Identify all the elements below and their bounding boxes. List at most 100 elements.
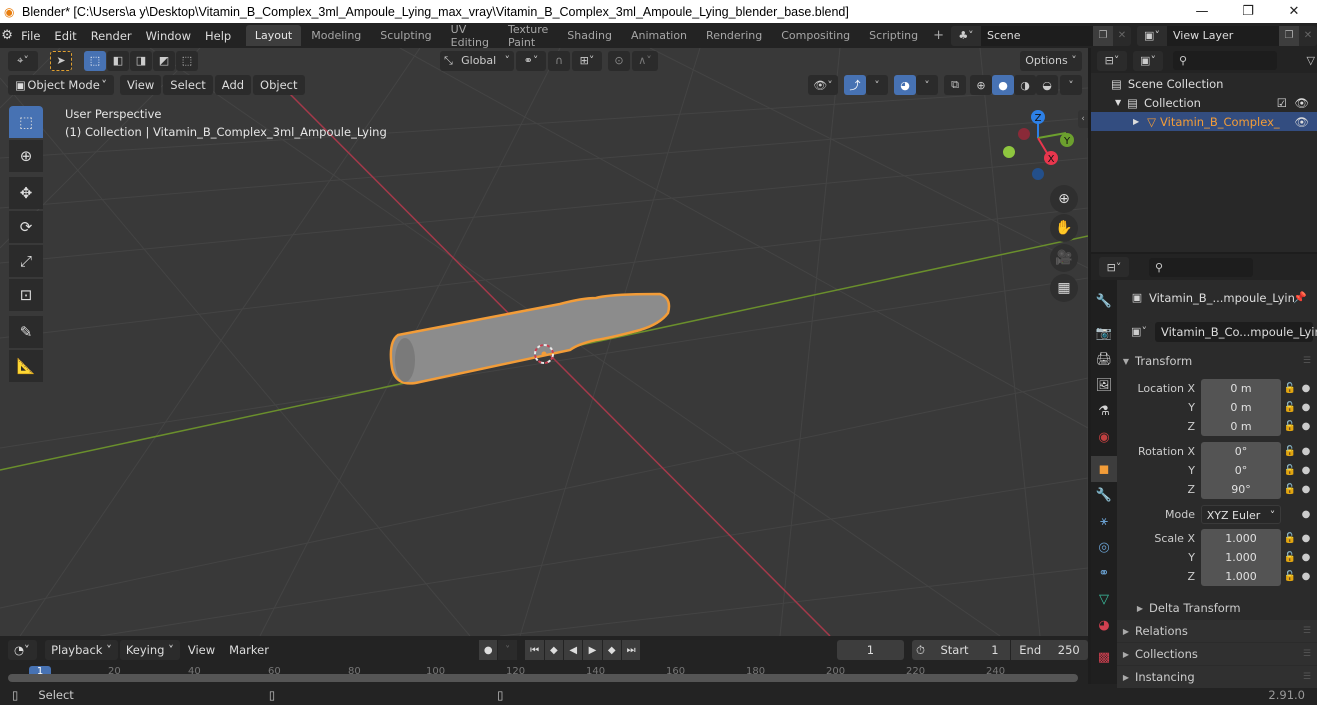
lock-icon[interactable]: 🔓 xyxy=(1281,552,1299,563)
jump-end-icon[interactable]: ⏭ xyxy=(621,640,641,660)
gizmo-neg-y[interactable] xyxy=(1003,146,1015,158)
tab-modeling[interactable]: Modeling xyxy=(302,25,370,46)
gizmo-neg-z[interactable] xyxy=(1032,168,1044,180)
drag-grip-icon[interactable]: ☰ xyxy=(1303,649,1311,659)
scene-icon[interactable]: ♣˅ xyxy=(951,25,981,46)
add-workspace-button[interactable]: + xyxy=(928,28,949,43)
timeline-menu-view[interactable]: View xyxy=(182,640,221,660)
keyframe-dot-icon[interactable]: ● xyxy=(1299,383,1313,394)
world-tab-icon[interactable]: ◉ xyxy=(1091,424,1117,450)
select-mode-extend-icon[interactable]: ◧ xyxy=(107,50,129,71)
timeline-menu-keying[interactable]: Keying ˅ xyxy=(119,640,180,660)
preview-range-icon[interactable]: ⏱ xyxy=(911,640,930,660)
ampoule-object[interactable] xyxy=(389,292,671,385)
transform-panel-header[interactable]: ▼ Transform ☰ xyxy=(1117,350,1317,372)
select-mode-invert-icon[interactable]: ◩ xyxy=(153,50,175,71)
view-layer-name-field[interactable]: View Layer xyxy=(1167,25,1279,46)
constraints-tab-icon[interactable]: ⚭ xyxy=(1091,560,1117,586)
collections-panel-header[interactable]: ▶ Collections ☰ xyxy=(1117,643,1317,665)
prev-keyframe-icon[interactable]: ◆ xyxy=(544,640,564,660)
object-browse-icon[interactable]: ▣˅ xyxy=(1125,321,1153,342)
tab-sculpting[interactable]: Sculpting xyxy=(371,25,440,46)
drag-grip-icon[interactable]: ☰ xyxy=(1303,356,1311,366)
display-mode-icon[interactable]: ▣˅ xyxy=(1133,50,1163,71)
outliner-search-input[interactable]: ⚲ xyxy=(1173,51,1277,70)
lock-icon[interactable]: 🔓 xyxy=(1281,571,1299,582)
jump-start-icon[interactable]: ⏮ xyxy=(525,640,544,660)
drag-grip-icon[interactable]: ☰ xyxy=(1303,672,1311,682)
scene-name-field[interactable]: Scene xyxy=(981,25,1093,46)
start-frame-field[interactable]: Start 1 xyxy=(929,640,1010,660)
viewport-menu-view[interactable]: View xyxy=(120,75,162,95)
rotation-z-field[interactable]: 90° xyxy=(1201,480,1281,499)
delta-transform-subpanel[interactable]: ▶ Delta Transform xyxy=(1117,597,1317,619)
select-tool-icon[interactable]: ➤ xyxy=(50,50,72,71)
options-dropdown[interactable]: Options ˅ xyxy=(1020,50,1082,71)
menu-edit[interactable]: Edit xyxy=(47,29,83,43)
move-tool-icon[interactable]: ✥ xyxy=(9,177,43,209)
scale-y-field[interactable]: 1.000 xyxy=(1201,548,1281,567)
particles-tab-icon[interactable]: ⚹ xyxy=(1091,508,1117,534)
expand-arrow-icon[interactable]: ▼ xyxy=(1115,98,1121,107)
snap-target-icon[interactable]: ⊞˅ xyxy=(572,50,602,71)
transform-tool-icon[interactable]: ⊡ xyxy=(9,279,43,311)
outliner-row-scene-collection[interactable]: ▤ Scene Collection xyxy=(1091,74,1317,93)
lock-icon[interactable]: 🔓 xyxy=(1281,446,1299,457)
properties-search-input[interactable]: ⚲ xyxy=(1149,257,1253,277)
rotation-x-field[interactable]: 0° xyxy=(1201,442,1281,461)
lock-icon[interactable]: 🔓 xyxy=(1281,484,1299,495)
editor-type-icon[interactable]: ◔˅ xyxy=(8,640,38,660)
restore-button[interactable]: ❐ xyxy=(1225,0,1271,23)
select-mode-subtract-icon[interactable]: ◨ xyxy=(130,50,152,71)
view-layer-icon[interactable]: ▣˅ xyxy=(1137,25,1167,46)
measure-tool-icon[interactable]: 📐 xyxy=(9,350,43,382)
3d-viewport[interactable]: Z Y X ⌖˅ ➤ ⬚ ◧ ◨ ◩ ⬚ ⤡ Global ˅ ⚭˅ ∩ ⊞˅ ⊙ … xyxy=(0,48,1088,636)
gizmo-dropdown-icon[interactable]: ˅ xyxy=(866,75,888,95)
visibility-eye-icon[interactable]: 👁 xyxy=(1294,115,1309,129)
minimize-button[interactable]: — xyxy=(1179,0,1225,23)
properties-editor-type-icon[interactable]: ⊟˅ xyxy=(1099,257,1129,277)
ortho-toggle-icon[interactable]: ▦ xyxy=(1050,274,1078,302)
overlays-dropdown-icon[interactable]: ˅ xyxy=(916,75,938,95)
instancing-panel-header[interactable]: ▶ Instancing ☰ xyxy=(1117,666,1317,688)
scene-tab-icon[interactable]: ⚗ xyxy=(1091,398,1117,424)
blender-menu-icon[interactable]: ⚙ xyxy=(0,28,14,43)
timeline-scrollbar[interactable] xyxy=(8,674,1078,682)
location-z-field[interactable]: 0 m xyxy=(1201,417,1281,436)
tab-rendering[interactable]: Rendering xyxy=(697,25,771,46)
material-tab-icon[interactable]: ◕ xyxy=(1091,612,1117,638)
texture-tab-icon[interactable]: ▩ xyxy=(1091,644,1117,670)
object-name-field[interactable]: Vitamin_B_Co...mpoule_Lying xyxy=(1155,321,1317,342)
keying-dropdown-icon[interactable]: ˅ xyxy=(498,640,517,660)
snap-toggle-icon[interactable]: ∩ xyxy=(548,50,570,71)
relations-panel-header[interactable]: ▶ Relations ☰ xyxy=(1117,620,1317,642)
modifier-tab-icon[interactable]: 🔧 xyxy=(1091,482,1117,508)
rotation-mode-dropdown[interactable]: XYZ Euler ˅ xyxy=(1201,505,1281,524)
scale-z-field[interactable]: 1.000 xyxy=(1201,567,1281,586)
menu-window[interactable]: Window xyxy=(139,29,198,43)
close-button[interactable]: ✕ xyxy=(1271,0,1317,23)
filter-icon[interactable]: ▽ xyxy=(1307,54,1315,67)
proportional-falloff-icon[interactable]: ∧˅ xyxy=(632,50,658,71)
scale-x-field[interactable]: 1.000 xyxy=(1201,529,1281,548)
tab-animation[interactable]: Animation xyxy=(622,25,696,46)
data-tab-icon[interactable]: ▽ xyxy=(1091,586,1117,612)
timeline-menu-marker[interactable]: Marker xyxy=(223,640,275,660)
next-keyframe-icon[interactable]: ◆ xyxy=(602,640,621,660)
annotate-tool-icon[interactable]: ✎ xyxy=(9,316,43,348)
tab-shading[interactable]: Shading xyxy=(558,25,621,46)
timeline-menu-playback[interactable]: Playback ˅ xyxy=(45,640,118,660)
current-frame-field[interactable]: 1 xyxy=(836,640,905,660)
new-view-layer-icon[interactable]: ❐ xyxy=(1279,25,1299,46)
shading-wireframe-icon[interactable]: ⊕ xyxy=(970,75,992,95)
pivot-point-icon[interactable]: ⚭˅ xyxy=(516,50,546,71)
keyframe-dot-icon[interactable]: ● xyxy=(1299,552,1313,563)
menu-render[interactable]: Render xyxy=(84,29,139,43)
lock-icon[interactable]: 🔓 xyxy=(1281,533,1299,544)
shading-solid-icon[interactable]: ● xyxy=(992,75,1014,95)
shading-rendered-icon[interactable]: ◒ xyxy=(1036,75,1058,95)
lock-icon[interactable]: 🔓 xyxy=(1281,402,1299,413)
zoom-view-icon[interactable]: ⊕ xyxy=(1050,185,1078,213)
keyframe-dot-icon[interactable]: ● xyxy=(1299,509,1313,520)
gizmo-neg-x[interactable] xyxy=(1018,128,1030,140)
